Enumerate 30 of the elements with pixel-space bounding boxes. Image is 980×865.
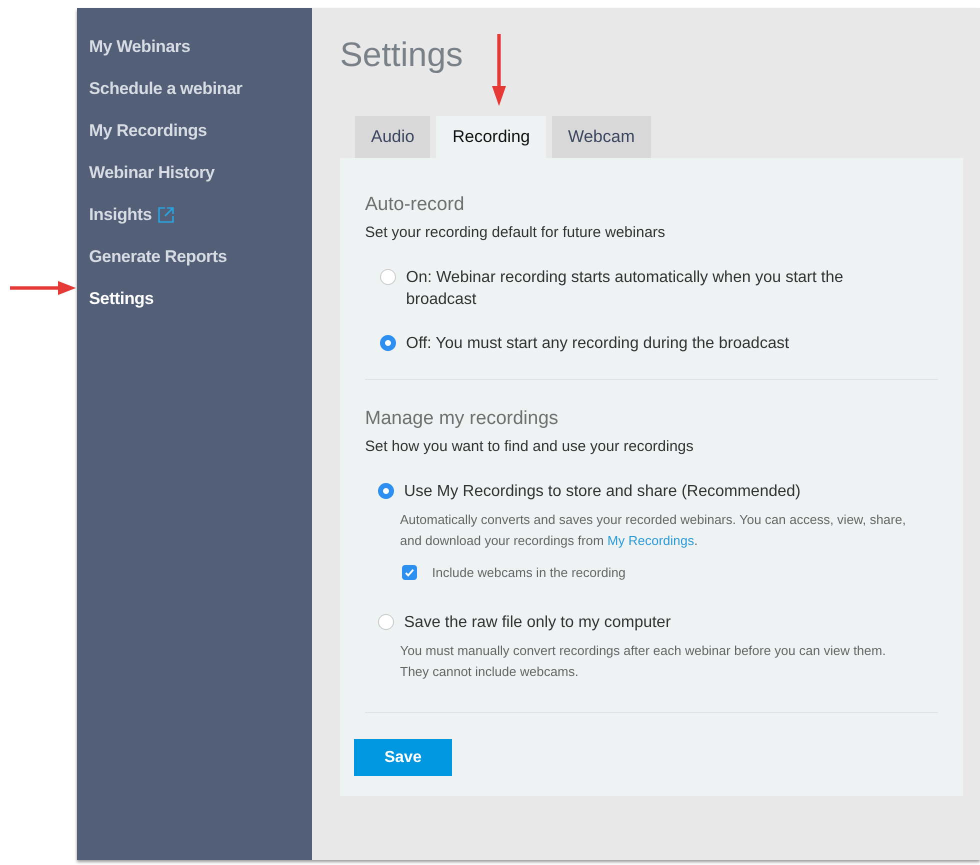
radio-button[interactable] bbox=[378, 614, 394, 630]
sidebar-item[interactable]: Generate Reports bbox=[89, 247, 227, 267]
tab[interactable]: Audio bbox=[355, 116, 430, 158]
radio-button[interactable] bbox=[380, 269, 396, 285]
option-label: Save the raw file only to my computer bbox=[404, 613, 671, 633]
section-title: Manage my recordings bbox=[365, 408, 560, 430]
sidebar-item[interactable]: My Recordings bbox=[89, 121, 207, 141]
section-subtitle: Set your recording default for future webinars bbox=[365, 224, 666, 241]
sidebar-item[interactable]: Settings bbox=[89, 289, 154, 309]
option-description: You must manually convert recordings after each webinar before you can view them. They cannot include webcams. bbox=[400, 642, 887, 681]
radio-button[interactable] bbox=[380, 335, 396, 351]
tab[interactable]: Recording bbox=[436, 116, 546, 158]
my-recordings-link[interactable]: My Recordings bbox=[607, 533, 694, 548]
option-label: Off: You must start any recording during the broadcast bbox=[406, 334, 790, 354]
tab[interactable]: Webcam bbox=[552, 116, 651, 158]
sidebar-item[interactable]: My Webinars bbox=[89, 37, 190, 57]
section-subtitle: Set how you want to find and use your recordings bbox=[365, 438, 695, 455]
option-description: Automatically converts and saves your recorded webinars. You can access, view, share, and download your recordings from My Recordings. bbox=[400, 511, 907, 550]
option-label: Use My Recordings to store and share (Recommended) bbox=[404, 482, 801, 502]
radio-button[interactable] bbox=[378, 483, 394, 499]
sidebar-item[interactable]: Insights bbox=[89, 205, 152, 225]
sidebar-item[interactable]: Schedule a webinar bbox=[89, 79, 242, 99]
option-label: On: Webinar recording starts automatically when you start the broadcast bbox=[406, 268, 844, 310]
page-title: Settings bbox=[340, 36, 463, 76]
save-button[interactable]: Save bbox=[354, 739, 452, 776]
checkbox-label: Include webcams in the recording bbox=[432, 565, 626, 580]
section-title: Auto-record bbox=[365, 194, 466, 216]
annotation-arrow bbox=[8, 280, 78, 296]
sidebar-item[interactable]: Webinar History bbox=[89, 163, 215, 183]
checkbox[interactable] bbox=[402, 565, 417, 580]
